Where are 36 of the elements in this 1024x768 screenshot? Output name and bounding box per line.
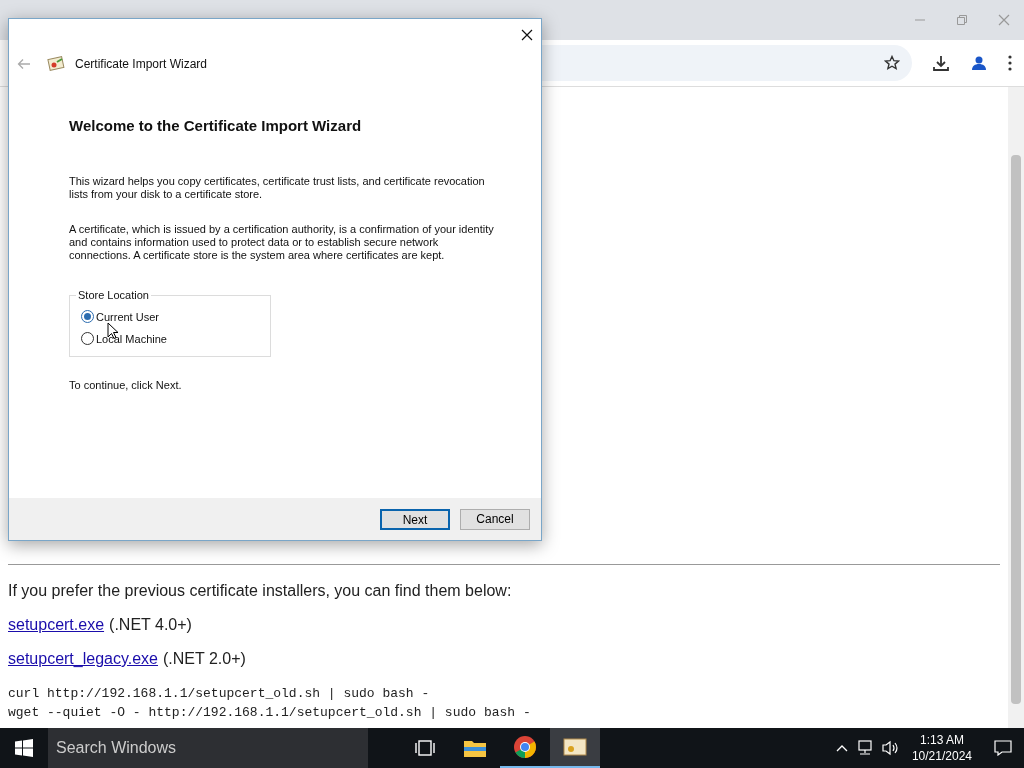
windows-icon <box>15 739 33 757</box>
notification-icon[interactable] <box>994 740 1012 756</box>
dialog-heading: Welcome to the Certificate Import Wizard <box>69 116 363 136</box>
clock-time[interactable]: 1:13 AM <box>919 732 964 748</box>
chrome-icon <box>513 735 537 759</box>
link-note: (.NET 2.0+) <box>163 649 246 669</box>
radio-label[interactable]: Current User <box>96 309 159 324</box>
download-link[interactable]: setupcert_legacy.exe <box>8 647 158 671</box>
dialog-button[interactable]: Cancel <box>460 508 530 530</box>
code-line: curl http://192.168.1.1/setupcert_old.sh | sudo bash - <box>8 685 431 703</box>
search-field[interactable]: Search Windows <box>48 728 368 768</box>
link-note: (.NET 4.0+) <box>109 615 192 635</box>
chevron-up-icon[interactable] <box>835 744 848 752</box>
intro-text: If you prefer the previous certificate installers, you can find them below: <box>8 581 513 601</box>
close-icon[interactable] <box>521 29 533 41</box>
paragraph: A certificate, which is issued by a certification authority, is a confirmation of your identity and contains information used to protect data or to establish secure network connections. A certificate store is the system area where certificates are kept. <box>69 222 495 262</box>
profile-icon[interactable] <box>970 54 988 72</box>
network-icon[interactable] <box>855 740 874 756</box>
speaker-icon[interactable] <box>881 740 900 756</box>
download-link[interactable]: setupcert.exe <box>8 613 105 637</box>
menu-icon[interactable] <box>1008 55 1012 71</box>
dialog-title: Certificate Import Wizard <box>75 56 208 73</box>
paragraph: This wizard helps you copy certificates, certificate trust lists, and certificate revocation lists from your disk to a certificate store. <box>69 174 486 201</box>
download-icon[interactable] <box>932 54 950 72</box>
task-view-icon <box>415 739 435 757</box>
clock-date[interactable]: 10/21/2024 <box>911 748 972 764</box>
hint-text: To continue, click Next. <box>69 377 183 393</box>
scrollbar[interactable] <box>1008 87 1024 728</box>
certificate-icon <box>47 56 65 72</box>
certificate-app-button[interactable] <box>550 728 600 768</box>
certificate-icon <box>563 737 587 757</box>
folder-icon <box>463 738 487 758</box>
star-icon[interactable] <box>884 55 900 71</box>
code-line: wget --quiet -O - http://192.168.1.1/setupcert_old.sh | sudo bash - <box>8 704 532 722</box>
radio-label[interactable]: Local Machine <box>96 331 167 346</box>
dialog-button[interactable]: Next <box>380 508 450 530</box>
